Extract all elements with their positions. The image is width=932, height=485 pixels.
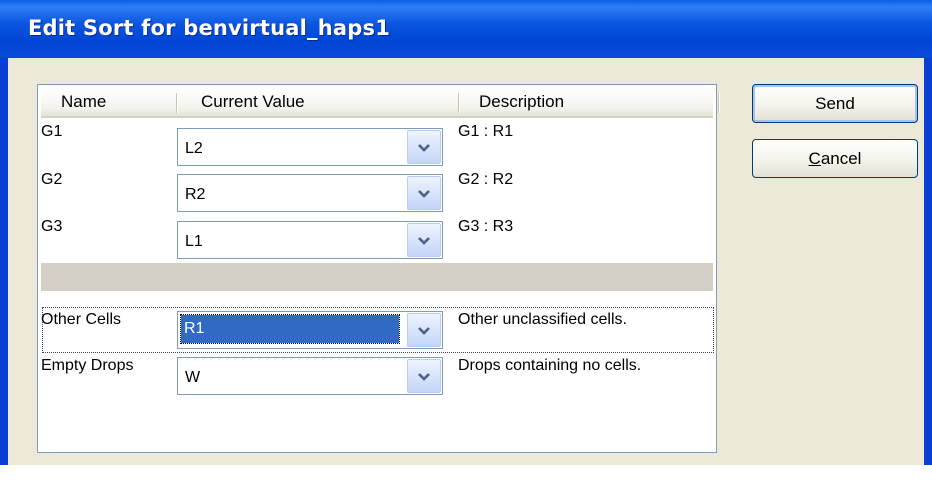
dropdown-button[interactable] xyxy=(407,130,441,164)
cancel-label-rest: ancel xyxy=(820,149,862,168)
desktop-background xyxy=(0,465,932,485)
row-description: Drops containing no cells. xyxy=(458,357,642,374)
column-header-name[interactable]: Name xyxy=(61,88,106,116)
send-button[interactable]: Send xyxy=(752,84,918,123)
column-divider[interactable] xyxy=(718,93,720,113)
row-name: G2 xyxy=(41,171,63,188)
chevron-down-icon xyxy=(418,237,430,245)
dropdown-button[interactable] xyxy=(407,359,441,393)
column-divider[interactable] xyxy=(176,93,178,113)
combo-value: W xyxy=(185,369,201,386)
cancel-mnemonic: C xyxy=(808,149,821,168)
chevron-down-icon xyxy=(418,144,430,152)
chevron-down-icon xyxy=(418,190,430,198)
dropdown-button[interactable] xyxy=(407,313,441,347)
value-combo[interactable]: W xyxy=(177,357,443,395)
chevron-down-icon xyxy=(418,327,430,335)
sort-list: Name Current Value Description G1 L2 G1 … xyxy=(37,84,720,453)
row-name: Empty Drops xyxy=(41,357,134,374)
chevron-down-icon xyxy=(418,373,430,381)
cancel-button[interactable]: Cancel xyxy=(752,139,918,178)
row-name: G1 xyxy=(41,123,63,140)
window-title: Edit Sort for benvirtual_haps1 xyxy=(28,16,391,40)
row-description: G3 : R3 xyxy=(458,218,514,235)
dropdown-button[interactable] xyxy=(407,223,441,257)
list-header: Name Current Value Description xyxy=(41,88,720,118)
combo-value: R1 xyxy=(180,314,400,344)
title-bar[interactable]: Edit Sort for benvirtual_haps1 xyxy=(0,0,932,58)
combo-value: L2 xyxy=(185,140,203,157)
value-combo[interactable]: R1 xyxy=(177,311,443,349)
value-combo[interactable]: L2 xyxy=(177,128,443,166)
column-header-description[interactable]: Description xyxy=(479,88,564,116)
combo-value: L1 xyxy=(185,233,203,250)
separator-bar xyxy=(41,263,713,291)
row-description: Other unclassified cells. xyxy=(458,311,627,328)
column-divider[interactable] xyxy=(458,93,460,113)
combo-value: R2 xyxy=(185,186,206,203)
column-header-current-value[interactable]: Current Value xyxy=(201,88,305,116)
row-name: Other Cells xyxy=(41,311,122,328)
dialog-client-area: Name Current Value Description G1 L2 G1 … xyxy=(8,58,924,465)
value-combo[interactable]: R2 xyxy=(177,174,443,212)
row-description: G2 : R2 xyxy=(458,171,514,188)
row-description: G1 : R1 xyxy=(458,123,514,140)
value-combo[interactable]: L1 xyxy=(177,221,443,259)
edit-sort-dialog: Edit Sort for benvirtual_haps1 Name Curr… xyxy=(0,0,932,465)
row-name: G3 xyxy=(41,218,63,235)
dropdown-button[interactable] xyxy=(407,176,441,210)
